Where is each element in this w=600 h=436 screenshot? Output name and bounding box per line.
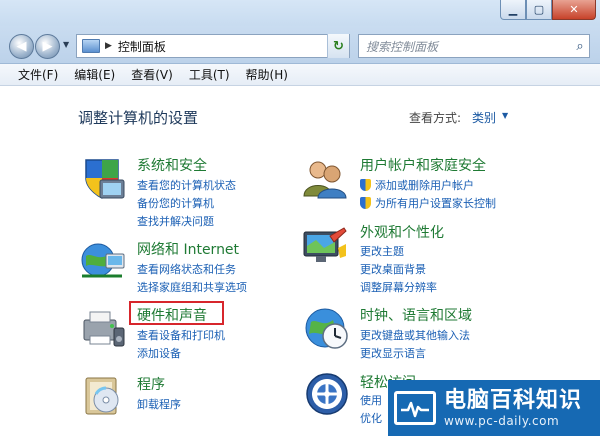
page-title: 调整计算机的设置 [78, 109, 199, 127]
highlight-box [129, 301, 224, 325]
category-network-internet[interactable]: 网络和 Internet [137, 239, 239, 259]
address-text[interactable]: 控制面板 [118, 38, 331, 55]
uac-shield-icon [360, 179, 371, 191]
search-icon[interactable]: ⌕ [571, 39, 589, 54]
menu-bar: 文件(F) 编辑(E) 查看(V) 工具(T) 帮助(H) [0, 64, 600, 86]
link-troubleshoot[interactable]: 查找并解决问题 [137, 213, 214, 229]
link-backup-computer[interactable]: 备份您的计算机 [137, 195, 214, 211]
minimize-button[interactable]: ▁ [500, 0, 526, 20]
chevron-right-icon[interactable]: ▶ [105, 41, 112, 51]
forward-button[interactable]: ▶ [35, 34, 60, 59]
back-button[interactable]: ◀ [9, 34, 34, 59]
link-add-remove-accounts[interactable]: 添加或删除用户帐户 [360, 177, 474, 193]
link-view-computer-status[interactable]: 查看您的计算机状态 [137, 177, 236, 193]
address-bar[interactable]: ▶ 控制面板 ▼ [76, 34, 350, 58]
category-clock-language[interactable]: 时钟、语言和区域 [360, 305, 472, 325]
category-user-accounts[interactable]: 用户帐户和家庭安全 [360, 155, 486, 175]
navigation-bar: ◀ ▶ ▼ ▶ 控制面板 ▼ ↻ 搜索控制面板 ⌕ [0, 26, 600, 64]
view-by-dropdown[interactable]: 类别 [472, 109, 496, 126]
clock-language-icon[interactable] [303, 304, 351, 352]
chevron-down-icon[interactable]: ▼ [502, 111, 508, 120]
link-change-theme[interactable]: 更改主题 [360, 243, 404, 259]
link-screen-resolution[interactable]: 调整屏幕分辨率 [360, 279, 437, 295]
watermark-texts: 电脑百科知识 www.pc-daily.com [444, 388, 582, 428]
link-uninstall-program[interactable]: 卸载程序 [137, 396, 181, 412]
network-internet-icon[interactable] [78, 236, 126, 284]
system-security-icon[interactable] [78, 154, 126, 202]
recent-pages-dropdown[interactable]: ▼ [63, 40, 69, 49]
caption-buttons: ▁ ▢ ✕ [500, 0, 596, 20]
link-ease-optimize[interactable]: 优化 [360, 410, 382, 426]
watermark-url: www.pc-daily.com [444, 414, 560, 428]
link-label[interactable]: 为所有用户设置家长控制 [375, 195, 496, 211]
link-ease-use[interactable]: 使用 [360, 392, 382, 408]
category-programs[interactable]: 程序 [137, 374, 165, 394]
menu-tools[interactable]: 工具(T) [181, 66, 238, 83]
hardware-sound-icon[interactable] [78, 304, 126, 352]
category-system-security[interactable]: 系统和安全 [137, 155, 207, 175]
maximize-button[interactable]: ▢ [526, 0, 552, 20]
watermark-banner: 电脑百科知识 www.pc-daily.com [388, 380, 600, 436]
programs-icon[interactable] [78, 370, 126, 418]
menu-file[interactable]: 文件(F) [10, 66, 66, 83]
category-appearance[interactable]: 外观和个性化 [360, 222, 444, 242]
link-network-status[interactable]: 查看网络状态和任务 [137, 261, 236, 277]
search-box[interactable]: 搜索控制面板 ⌕ [358, 34, 590, 58]
close-button[interactable]: ✕ [552, 0, 596, 20]
link-desktop-background[interactable]: 更改桌面背景 [360, 261, 426, 277]
watermark-title: 电脑百科知识 [444, 388, 583, 413]
link-homegroup-sharing[interactable]: 选择家庭组和共享选项 [137, 279, 247, 295]
menu-help[interactable]: 帮助(H) [238, 66, 296, 83]
link-devices-printers[interactable]: 查看设备和打印机 [137, 327, 225, 343]
link-display-language[interactable]: 更改显示语言 [360, 345, 426, 361]
link-change-keyboard[interactable]: 更改键盘或其他输入法 [360, 327, 470, 343]
control-panel-icon [82, 39, 100, 53]
search-input[interactable]: 搜索控制面板 [366, 38, 571, 55]
link-add-device[interactable]: 添加设备 [137, 345, 181, 361]
view-by-label: 查看方式: [409, 111, 462, 125]
uac-shield-icon [360, 197, 371, 209]
ease-of-access-icon[interactable] [303, 370, 351, 418]
link-label[interactable]: 添加或删除用户帐户 [375, 177, 474, 193]
monitor-logo-icon [394, 391, 436, 425]
menu-edit[interactable]: 编辑(E) [66, 66, 123, 83]
link-parental-controls[interactable]: 为所有用户设置家长控制 [360, 195, 496, 211]
refresh-button[interactable]: ↻ [327, 34, 349, 58]
appearance-icon[interactable] [300, 222, 348, 270]
menu-view[interactable]: 查看(V) [123, 66, 181, 83]
user-accounts-icon[interactable] [300, 154, 348, 202]
